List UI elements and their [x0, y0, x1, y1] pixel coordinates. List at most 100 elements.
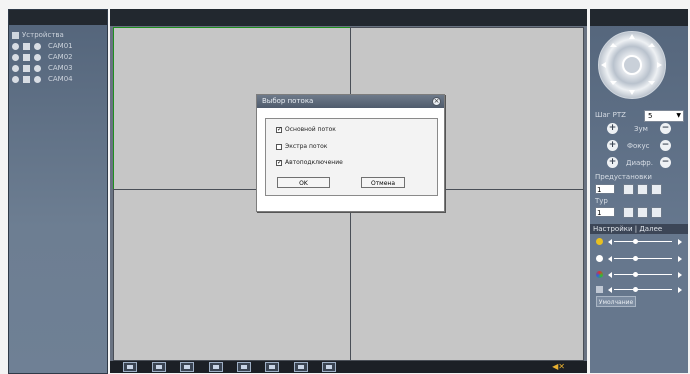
ptz-step-select[interactable]: 5 ▼ — [644, 110, 684, 122]
talk-icon[interactable] — [294, 362, 308, 372]
extra-stream-option[interactable]: Экстра поток — [276, 143, 327, 150]
slider-left-icon[interactable] — [608, 272, 612, 278]
ok-button[interactable]: OK — [277, 177, 330, 188]
camera-item-4[interactable]: CAM04 — [12, 74, 73, 85]
auto-connect-checkbox[interactable] — [276, 159, 282, 166]
record-toggle-icon[interactable] — [12, 76, 19, 83]
play-icon[interactable] — [23, 76, 30, 83]
ptz-down-icon[interactable] — [629, 90, 635, 95]
device-tree: Устройства CAM01 CAM02 CAM03 CAM04 — [12, 30, 73, 85]
camera-item-2[interactable]: CAM02 — [12, 52, 73, 63]
preset-add-icon[interactable] — [637, 184, 648, 195]
ptz-center-button[interactable] — [622, 55, 642, 75]
camera-label: CAM02 — [48, 53, 73, 61]
focus-in-icon[interactable]: + — [607, 140, 618, 151]
slider-right-icon[interactable] — [678, 287, 682, 293]
zoom-out-icon[interactable]: − — [660, 123, 671, 134]
ptz-up-left-icon[interactable] — [610, 43, 617, 47]
close-icon[interactable]: × — [432, 97, 441, 106]
slider-right-icon[interactable] — [678, 239, 682, 245]
chevron-down-icon: ▼ — [676, 112, 681, 119]
video-area-header — [110, 9, 587, 26]
ptz-down-right-icon[interactable] — [648, 81, 655, 85]
zoom-in-icon[interactable]: + — [607, 123, 618, 134]
dialog-title: Выбор потока — [257, 95, 444, 108]
preset-input[interactable]: 1 — [595, 184, 615, 194]
preset-goto-icon[interactable] — [623, 184, 634, 195]
ptz-down-left-icon[interactable] — [610, 81, 617, 85]
image-settings-tab[interactable]: Настройки | Далее — [590, 224, 688, 234]
main-stream-label: Основной поток — [285, 126, 336, 133]
stream-select-dialog: Выбор потока × Основной поток Экстра пот… — [256, 94, 445, 212]
slider-left-icon[interactable] — [608, 256, 612, 262]
tour-play-icon[interactable] — [623, 207, 634, 218]
brightness-slider[interactable] — [596, 238, 682, 246]
contrast-slider[interactable] — [596, 255, 682, 263]
fullscreen-icon[interactable] — [123, 362, 137, 372]
slider-knob[interactable] — [632, 272, 638, 277]
slider-track[interactable] — [614, 258, 672, 259]
main-stream-option[interactable]: Основной поток — [276, 126, 336, 133]
slider-right-icon[interactable] — [678, 256, 682, 262]
cancel-button[interactable]: Отмена — [361, 177, 405, 188]
tour-input[interactable]: 1 — [595, 207, 615, 217]
slider-left-icon[interactable] — [608, 287, 612, 293]
camera-label: CAM04 — [48, 75, 73, 83]
preset-remove-icon[interactable] — [651, 184, 662, 195]
camera-item-1[interactable]: CAM01 — [12, 41, 73, 52]
extra-stream-checkbox[interactable] — [276, 143, 282, 150]
camera-label: CAM03 — [48, 64, 73, 72]
default-settings-button[interactable]: Умолчание — [596, 296, 636, 307]
main-stream-checkbox[interactable] — [276, 126, 282, 133]
quad-view-icon[interactable] — [180, 362, 194, 372]
bottom-toolbar: ◀✕ — [110, 361, 587, 373]
tour-label: Тур — [595, 197, 608, 205]
presets-label: Предустановки — [595, 173, 652, 181]
single-view-icon[interactable] — [152, 362, 166, 372]
slider-track[interactable] — [614, 274, 672, 275]
slider-left-icon[interactable] — [608, 239, 612, 245]
stop-icon[interactable] — [322, 362, 336, 372]
device-tree-root[interactable]: Устройства — [12, 30, 73, 41]
saturation-slider[interactable] — [596, 271, 682, 279]
record-toggle-icon[interactable] — [12, 43, 19, 50]
video-cell-3[interactable] — [113, 189, 351, 361]
ptz-left-icon[interactable] — [601, 62, 606, 68]
record-icon[interactable] — [209, 362, 223, 372]
slider-track[interactable] — [614, 289, 672, 290]
play-icon[interactable] — [23, 43, 30, 50]
focus-out-icon[interactable]: − — [660, 140, 671, 151]
ptz-right-icon[interactable] — [657, 62, 662, 68]
tour-grid-icon[interactable] — [651, 207, 662, 218]
hue-slider[interactable] — [596, 286, 682, 294]
play-icon[interactable] — [23, 65, 30, 72]
iris-open-icon[interactable]: + — [607, 157, 618, 168]
record-all-icon[interactable] — [237, 362, 251, 372]
play-icon[interactable] — [23, 54, 30, 61]
slider-knob[interactable] — [632, 287, 638, 292]
auto-connect-option[interactable]: Автоподключение — [276, 159, 343, 166]
record-toggle-icon[interactable] — [12, 54, 19, 61]
snapshot-icon[interactable] — [265, 362, 279, 372]
speaker-muted-icon[interactable]: ◀✕ — [552, 362, 565, 371]
tour-stop-icon[interactable] — [637, 207, 648, 218]
record-toggle-icon[interactable] — [12, 65, 19, 72]
slider-track[interactable] — [614, 241, 672, 242]
slider-right-icon[interactable] — [678, 272, 682, 278]
brightness-icon — [596, 238, 603, 245]
ptz-up-right-icon[interactable] — [648, 43, 655, 47]
device-group-icon — [12, 32, 19, 39]
focus-label: Фокус — [627, 142, 650, 150]
video-cell-4[interactable] — [350, 189, 584, 361]
camera-item-3[interactable]: CAM03 — [12, 63, 73, 74]
slider-knob[interactable] — [632, 256, 638, 261]
slider-knob[interactable] — [632, 239, 638, 244]
camera-label: CAM01 — [48, 42, 73, 50]
contrast-icon — [596, 255, 603, 262]
iris-label: Диафр. — [626, 159, 653, 167]
iris-close-icon[interactable]: − — [660, 157, 671, 168]
camera-icon — [34, 65, 41, 72]
zoom-label: Зум — [634, 125, 648, 133]
ptz-up-icon[interactable] — [629, 34, 635, 39]
ptz-joystick[interactable] — [598, 31, 666, 99]
